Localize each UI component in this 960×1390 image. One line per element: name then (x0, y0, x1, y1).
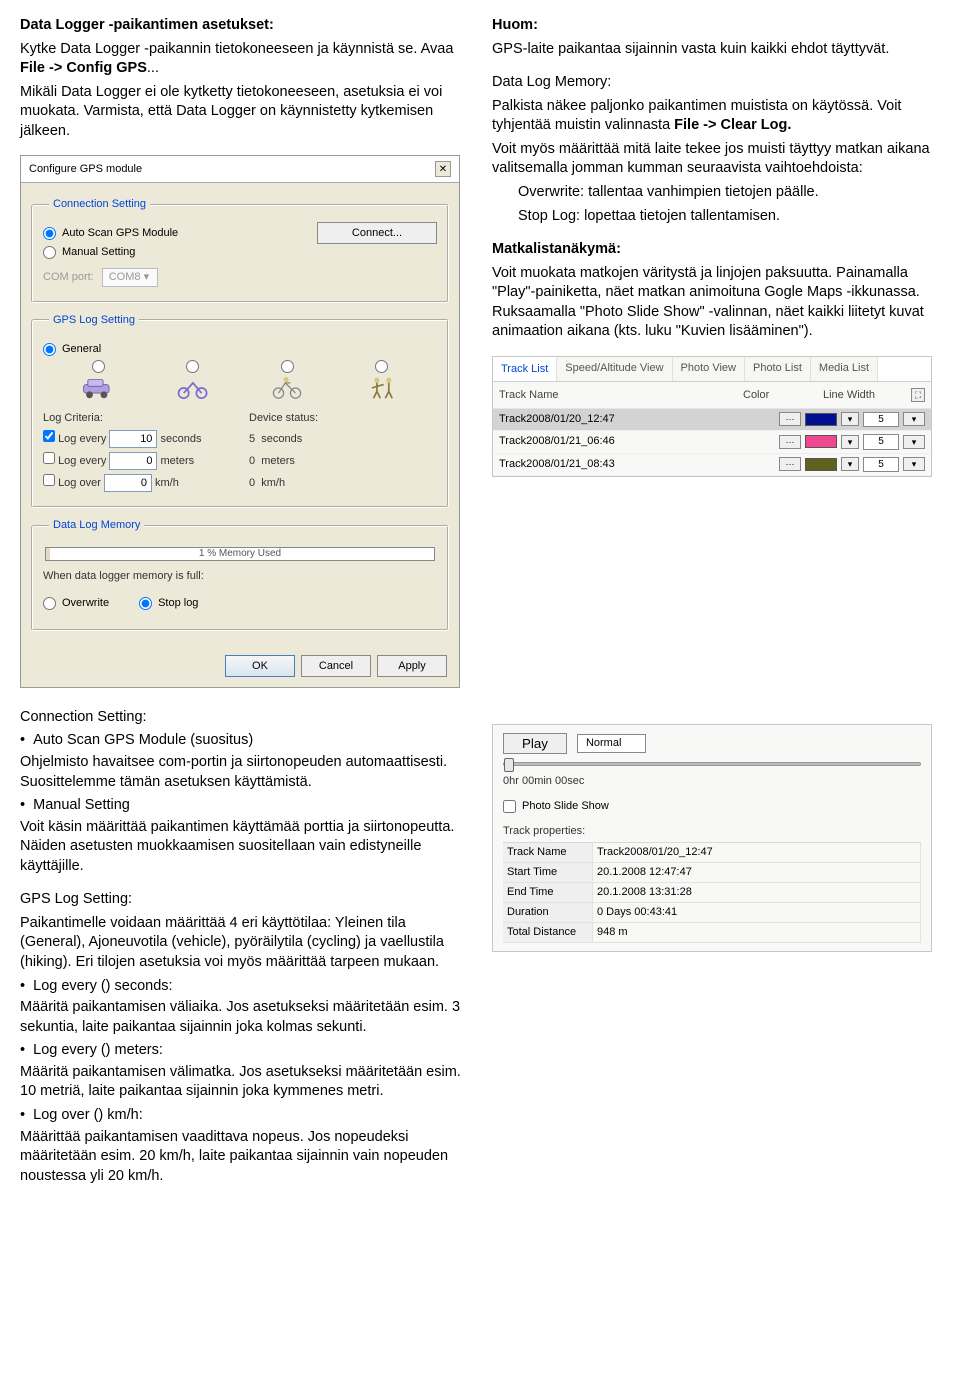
general-radio[interactable]: General (43, 342, 437, 357)
table-row[interactable]: Track2008/01/20_12:47···▾5▾ (493, 409, 931, 432)
bicycle-icon[interactable] (240, 360, 335, 401)
doc-text: Mikäli Data Logger ei ole kytketty tieto… (20, 83, 468, 142)
cancel-button[interactable]: Cancel (301, 655, 371, 677)
doc-text: • Auto Scan GPS Module (suositus) (20, 731, 468, 751)
hiking-icon[interactable] (335, 360, 430, 401)
track-properties-grid: Track NameTrack2008/01/20_12:47 Start Ti… (503, 842, 921, 942)
doc-text: Paikantimelle voidaan määrittää 4 eri kä… (20, 914, 468, 973)
device-status-label: Device status: (249, 411, 437, 426)
motorbike-icon[interactable] (146, 360, 241, 401)
table-row[interactable]: Track2008/01/21_06:46···▾5▾ (493, 431, 931, 454)
doc-text: Voit käsin määrittää paikantimen käyttäm… (20, 818, 468, 877)
tab-media-list[interactable]: Media List (811, 357, 878, 381)
doc-text: GPS-laite paikantaa sijainnin vasta kuin… (492, 40, 940, 60)
dialog-title: Configure GPS module (29, 162, 142, 177)
memory-legend: Data Log Memory (49, 518, 144, 533)
play-button[interactable]: Play (503, 733, 567, 754)
timeline-slider[interactable] (503, 762, 921, 766)
doc-text: GPS Log Setting: (20, 890, 468, 910)
doc-text: Huom: (492, 16, 940, 36)
doc-text: Ohjelmisto havaitsee com-portin ja siirt… (20, 753, 468, 792)
doc-text: Voit myös määrittää mitä laite tekee jos… (492, 140, 940, 179)
doc-text: Matkalistanäkymä: (492, 240, 940, 260)
doc-text: Stop Log: lopettaa tietojen tallentamise… (492, 207, 940, 227)
geotag-icon[interactable]: ⛶ (911, 388, 925, 402)
heading-data-logger: Data Logger -paikantimen asetukset: (20, 17, 274, 33)
doc-text: Määrittää paikantamisen vaadittava nopeu… (20, 1128, 468, 1187)
configure-dialog: Configure GPS module ✕ Connection Settin… (20, 155, 460, 687)
gps-log-setting-group: GPS Log Setting General Log Criteria: De… (31, 313, 449, 509)
doc-text: Overwrite: tallentaa vanhimpien tietojen… (492, 183, 940, 203)
th-track-name: Track Name (499, 388, 687, 403)
track-properties-label: Track properties: (503, 824, 921, 839)
track-list-panel: Track List Speed/Altitude View Photo Vie… (492, 356, 932, 477)
log-every-m-check[interactable] (43, 452, 55, 464)
stop-log-radio[interactable]: Stop log (139, 596, 198, 611)
connection-setting-group: Connection Setting Auto Scan GPS Module … (31, 197, 449, 302)
tab-track-list[interactable]: Track List (493, 357, 557, 381)
doc-text: Voit muokata matkojen väritystä ja linjo… (492, 264, 940, 342)
tab-speed-alt[interactable]: Speed/Altitude View (557, 357, 672, 381)
auto-scan-radio[interactable]: Auto Scan GPS Module (43, 226, 178, 241)
close-icon[interactable]: ✕ (435, 161, 451, 177)
speed-select[interactable]: Normal (577, 734, 646, 753)
com-port-select[interactable]: COM8 ▾ (102, 268, 158, 287)
player-panel: Play Normal 0hr 00min 00sec Photo Slide … (492, 724, 932, 952)
memory-meter: 1 % Memory Used (45, 547, 435, 561)
th-line-width: Line Width (823, 388, 885, 403)
color-swatch[interactable] (805, 435, 837, 448)
doc-text: • Log over () km/h: (20, 1106, 468, 1126)
when-full-label: When data logger memory is full: (43, 569, 437, 584)
log-criteria-label: Log Criteria: (43, 411, 231, 426)
color-swatch[interactable] (805, 413, 837, 426)
doc-text: Määritä paikantamisen väliaika. Jos aset… (20, 998, 468, 1037)
doc-text: Data Log Memory: (492, 73, 940, 93)
th-color: Color (743, 388, 779, 403)
doc-text: Kytke Data Logger -paikannin tietokonees… (20, 40, 468, 79)
com-port-label: COM port: (43, 270, 94, 285)
doc-text: Määritä paikantamisen välimatka. Jos ase… (20, 1063, 468, 1102)
tab-photo-list[interactable]: Photo List (745, 357, 811, 381)
table-row[interactable]: Track2008/01/21_08:43···▾5▾ (493, 454, 931, 477)
elapsed-time: 0hr 00min 00sec (503, 774, 921, 789)
manual-radio[interactable]: Manual Setting (43, 245, 178, 260)
doc-text: • Log every () meters: (20, 1041, 468, 1061)
log-over-check[interactable] (43, 474, 55, 486)
log-over-input[interactable] (104, 474, 152, 492)
doc-text: • Manual Setting (20, 796, 468, 816)
overwrite-radio[interactable]: Overwrite (43, 596, 109, 611)
ok-button[interactable]: OK (225, 655, 295, 677)
car-icon[interactable] (51, 360, 146, 401)
connect-button[interactable]: Connect... (317, 222, 437, 244)
color-swatch[interactable] (805, 458, 837, 471)
doc-text: • Log every () seconds: (20, 977, 468, 997)
tab-photo-view[interactable]: Photo View (673, 357, 745, 381)
log-every-m-input[interactable] (109, 452, 157, 470)
doc-text: Connection Setting: (20, 708, 468, 728)
apply-button[interactable]: Apply (377, 655, 447, 677)
photo-slide-show-check[interactable]: Photo Slide Show (503, 799, 921, 814)
log-every-sec-input[interactable] (109, 430, 157, 448)
log-every-sec-check[interactable] (43, 430, 55, 442)
gps-log-legend: GPS Log Setting (49, 313, 139, 328)
data-log-memory-group: Data Log Memory 1 % Memory Used When dat… (31, 518, 449, 631)
connection-legend: Connection Setting (49, 197, 150, 212)
doc-text: Palkista näkee paljonko paikantimen muis… (492, 97, 940, 136)
